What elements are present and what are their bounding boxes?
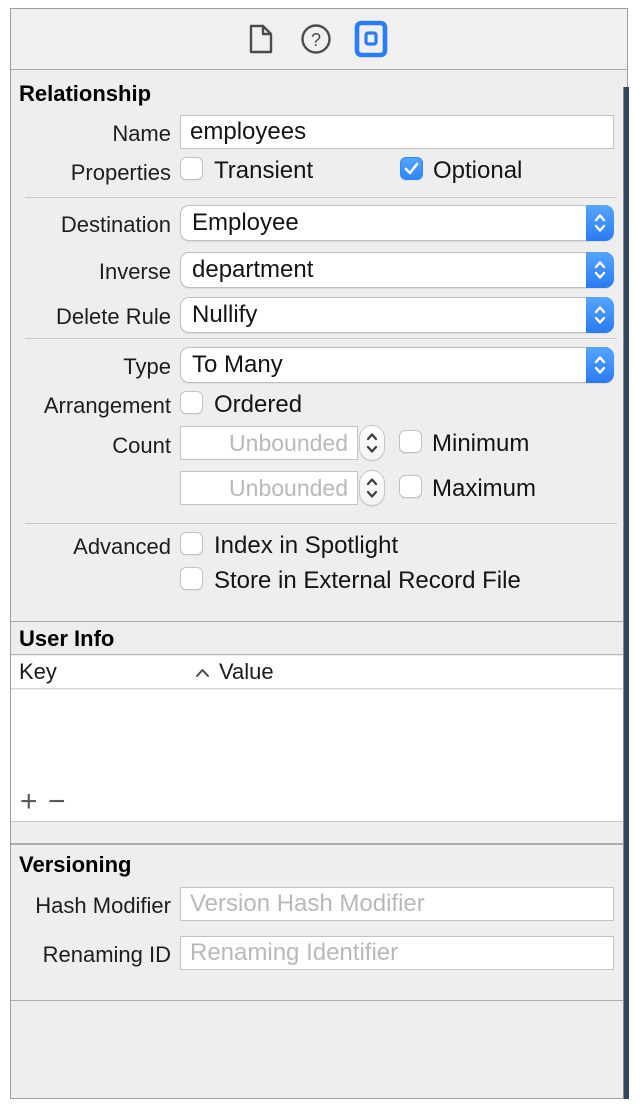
user-info-table-body[interactable] xyxy=(11,690,627,822)
popup-chevrons-icon xyxy=(586,205,614,241)
type-popup[interactable]: To Many xyxy=(180,347,614,383)
destination-popup[interactable]: Employee xyxy=(180,205,614,241)
checkmark-icon xyxy=(404,162,419,175)
user-info-title: User Info xyxy=(19,626,628,652)
index-in-spotlight-checkbox[interactable] xyxy=(180,532,203,555)
count-maximum-input[interactable] xyxy=(180,471,358,505)
hash-modifier-label: Hash Modifier xyxy=(35,893,171,919)
versioning-section-title: Versioning xyxy=(19,852,131,878)
stepper-chevrons-icon xyxy=(364,475,380,501)
destination-value: Employee xyxy=(181,209,586,237)
renaming-id-input[interactable] xyxy=(180,936,614,970)
group-divider xyxy=(25,197,617,198)
type-value: To Many xyxy=(181,351,586,379)
section-divider xyxy=(11,843,627,845)
inverse-value: department xyxy=(181,256,586,284)
properties-label: Properties xyxy=(71,160,171,186)
count-label: Count xyxy=(112,433,171,459)
user-info-section-header: User Info xyxy=(11,621,627,655)
ordered-label: Ordered xyxy=(214,391,302,419)
delete-rule-label: Delete Rule xyxy=(56,304,171,330)
tab-quick-help[interactable]: ? xyxy=(296,21,336,61)
data-model-inspector-panel: ? Relationship Name Properties Transient… xyxy=(10,8,628,1099)
add-user-info-button[interactable]: + xyxy=(20,787,46,817)
value-column-header[interactable]: Value xyxy=(219,659,274,685)
delete-rule-value: Nullify xyxy=(181,301,586,329)
name-label: Name xyxy=(112,121,171,147)
maximum-checkbox[interactable] xyxy=(399,475,422,498)
bottom-divider xyxy=(11,1000,627,1001)
index-in-spotlight-label: Index in Spotlight xyxy=(214,532,398,560)
ordered-checkbox[interactable] xyxy=(180,391,203,414)
name-input[interactable] xyxy=(180,115,614,149)
optional-checkbox[interactable] xyxy=(400,157,423,180)
inverse-label: Inverse xyxy=(99,259,171,285)
transient-checkbox[interactable] xyxy=(180,157,203,180)
external-record-checkbox[interactable] xyxy=(180,567,203,590)
destination-label: Destination xyxy=(61,212,171,238)
advanced-label: Advanced xyxy=(73,534,171,560)
external-record-label: Store in External Record File xyxy=(214,567,521,595)
tab-data-model-inspector[interactable] xyxy=(351,21,391,61)
editor-edge-strip xyxy=(623,87,629,1099)
delete-rule-popup[interactable]: Nullify xyxy=(180,297,614,333)
group-divider xyxy=(25,338,617,339)
group-divider xyxy=(25,523,617,524)
optional-label: Optional xyxy=(433,157,522,185)
popup-chevrons-icon xyxy=(586,252,614,288)
popup-chevrons-icon xyxy=(586,347,614,383)
inspector-tab-bar: ? xyxy=(11,9,627,70)
popup-chevrons-icon xyxy=(586,297,614,333)
transient-label: Transient xyxy=(214,157,313,185)
data-model-icon xyxy=(354,20,388,63)
minimum-label: Minimum xyxy=(432,430,529,458)
question-icon: ? xyxy=(300,23,332,60)
renaming-id-label: Renaming ID xyxy=(43,942,171,968)
inverse-popup[interactable]: department xyxy=(180,252,614,288)
remove-user-info-button[interactable]: − xyxy=(48,787,74,817)
type-label: Type xyxy=(123,354,171,380)
minimum-checkbox[interactable] xyxy=(399,430,422,453)
maximum-label: Maximum xyxy=(432,475,536,503)
relationship-section-title: Relationship xyxy=(19,81,151,107)
tab-file-inspector[interactable] xyxy=(241,21,281,61)
stepper-chevrons-icon xyxy=(364,430,380,456)
file-icon xyxy=(248,24,274,59)
count-maximum-stepper[interactable] xyxy=(359,470,385,506)
user-info-table-header: Key Value xyxy=(11,656,627,689)
key-column-header[interactable]: Key xyxy=(19,659,57,685)
count-minimum-stepper[interactable] xyxy=(359,425,385,461)
svg-text:?: ? xyxy=(311,30,321,50)
hash-modifier-input[interactable] xyxy=(180,887,614,921)
count-minimum-input[interactable] xyxy=(180,426,358,460)
arrangement-label: Arrangement xyxy=(44,393,171,419)
sort-ascending-icon xyxy=(195,665,210,683)
